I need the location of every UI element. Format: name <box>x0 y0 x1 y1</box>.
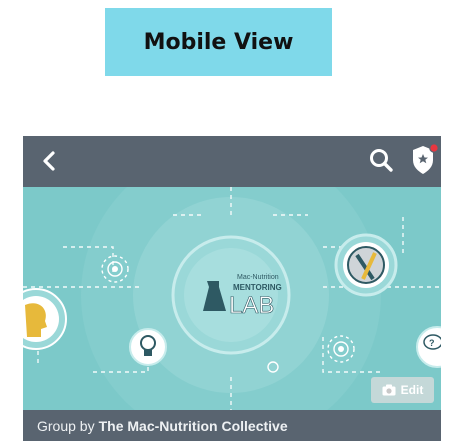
chevron-left-icon[interactable] <box>35 145 63 177</box>
group-info-bar: Group by The Mac-Nutrition Collective <box>23 410 441 441</box>
edit-label: Edit <box>400 383 424 397</box>
svg-text:?: ? <box>429 338 435 348</box>
shield-star-icon[interactable] <box>407 142 441 178</box>
search-icon[interactable] <box>367 146 397 176</box>
mobile-view-label-text: Mobile View <box>143 29 294 55</box>
mobile-view-label: Mobile View <box>105 8 332 76</box>
camera-icon <box>382 384 396 396</box>
svg-text:LAB: LAB <box>229 292 274 319</box>
group-cover-banner: Mac-Nutrition MENTORING LAB ? Edit <box>23 187 441 410</box>
group-by-prefix: Group by <box>37 417 95 434</box>
svg-text:Mac-Nutrition: Mac-Nutrition <box>237 274 279 281</box>
svg-text:MENTORING: MENTORING <box>233 283 282 292</box>
edit-cover-button[interactable]: Edit <box>371 377 434 403</box>
top-navbar <box>23 136 441 187</box>
group-owner-name[interactable]: The Mac-Nutrition Collective <box>99 418 288 434</box>
notification-dot <box>429 143 439 153</box>
